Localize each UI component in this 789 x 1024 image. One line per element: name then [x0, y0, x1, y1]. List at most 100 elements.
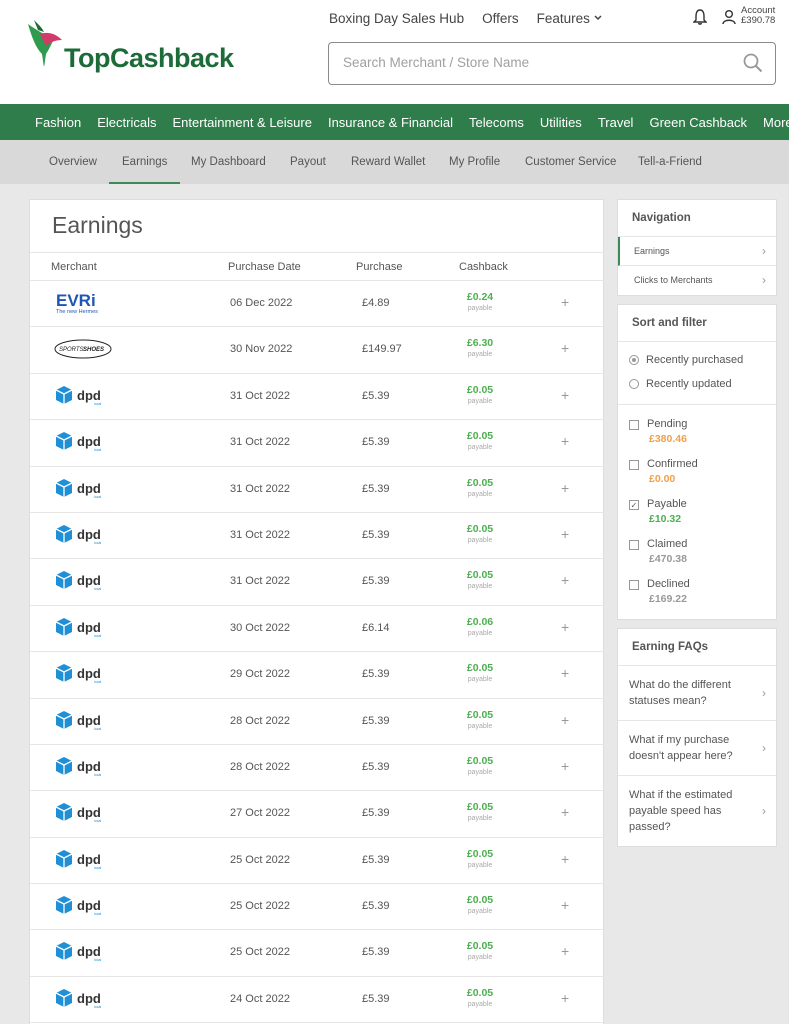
expand-plus-icon[interactable]: +	[561, 572, 569, 588]
merchant-logo[interactable]: dpd local	[54, 940, 114, 966]
expand-plus-icon[interactable]: +	[561, 619, 569, 635]
filter-declined[interactable]: Declined £169.22	[618, 577, 776, 617]
purchase-date: 31 Oct 2022	[230, 389, 290, 402]
subnav-earnings[interactable]: Earnings	[109, 140, 181, 184]
features-link[interactable]: Features	[537, 9, 602, 27]
expand-plus-icon[interactable]: +	[561, 387, 569, 403]
boxing-day-link[interactable]: Boxing Day Sales Hub	[329, 9, 464, 27]
table-row[interactable]: dpd local 30 Oct 2022 £6.14 £0.06 payable +	[30, 606, 605, 653]
offers-link[interactable]: Offers	[482, 9, 519, 27]
sort-recently-updated[interactable]: Recently updated	[618, 372, 776, 396]
table-row[interactable]: dpd local 28 Oct 2022 £5.39 £0.05 payable +	[30, 699, 605, 745]
topcashback-logo[interactable]: TopCashback	[26, 18, 234, 78]
table-row[interactable]: dpd local 31 Oct 2022 £5.39 £0.05 payable +	[30, 467, 605, 513]
nav-link-clicks[interactable]: Clicks to Merchants ›	[618, 266, 776, 295]
faq-item[interactable]: What if my purchase doesn't appear here?…	[618, 721, 776, 776]
nav-telecoms[interactable]: Telecoms	[469, 115, 524, 130]
expand-plus-icon[interactable]: +	[561, 851, 569, 867]
subnav-tell-a-friend[interactable]: Tell-a-Friend	[638, 140, 702, 184]
merchant-logo[interactable]: dpd local	[54, 755, 114, 781]
nav-more[interactable]: More	[763, 115, 789, 130]
table-row[interactable]: dpd local 31 Oct 2022 £5.39 £0.05 payable +	[30, 513, 605, 560]
cashback-amount: £0.05	[466, 754, 494, 767]
merchant-logo[interactable]: dpd local	[54, 801, 114, 827]
filter-pending[interactable]: Pending £380.46	[618, 417, 776, 457]
expand-plus-icon[interactable]: +	[561, 294, 569, 310]
user-icon	[722, 10, 736, 25]
svg-text:dpd: dpd	[77, 713, 101, 728]
nav-insurance[interactable]: Insurance & Financial	[328, 115, 453, 130]
nav-travel[interactable]: Travel	[598, 115, 634, 130]
subnav-profile[interactable]: My Profile	[449, 140, 500, 184]
expand-plus-icon[interactable]: +	[561, 526, 569, 542]
table-row[interactable]: SPORTS SHOES 30 Nov 2022 £149.97 £6.30 payabl…	[30, 327, 605, 374]
nav-fashion[interactable]: Fashion	[35, 115, 81, 130]
nav-entertainment[interactable]: Entertainment & Leisure	[173, 115, 312, 130]
merchant-logo[interactable]: dpd local	[54, 569, 114, 595]
table-row[interactable]: dpd local 25 Oct 2022 £5.39 £0.05 payable +	[30, 838, 605, 885]
search-icon[interactable]	[743, 53, 763, 73]
table-row[interactable]: dpd local 24 Oct 2022 £5.39 £0.05 payable +	[30, 977, 605, 1024]
merchant-logo[interactable]: dpd local	[54, 848, 114, 874]
merchant-logo[interactable]: EVRi The new Hermes	[54, 291, 114, 317]
dpd-logo: dpdlocal	[55, 988, 101, 1009]
merchant-logo[interactable]: SPORTS SHOES	[54, 337, 114, 363]
account-menu[interactable]: Account £390.78	[722, 6, 775, 26]
expand-plus-icon[interactable]: +	[561, 897, 569, 913]
table-row[interactable]: dpd local 27 Oct 2022 £5.39 £0.05 payable +	[30, 791, 605, 838]
merchant-logo[interactable]: dpd local	[54, 987, 114, 1013]
cashback-cell: £0.05 payable	[462, 940, 498, 961]
checkbox-icon[interactable]	[629, 580, 639, 590]
subnav-customer-service[interactable]: Customer Service	[525, 140, 616, 184]
merchant-logo[interactable]: dpd local	[54, 662, 114, 688]
merchant-logo[interactable]: dpd local	[54, 477, 114, 503]
table-row[interactable]: EVRi The new Hermes 06 Dec 2022 £4.89 £0.24 p…	[30, 281, 605, 328]
expand-plus-icon[interactable]: +	[561, 480, 569, 496]
table-row[interactable]: dpd local 25 Oct 2022 £5.39 £0.05 payable +	[30, 884, 605, 931]
cashback-amount: £0.05	[466, 847, 494, 860]
subnav-payout[interactable]: Payout	[290, 140, 326, 184]
subnav-dashboard[interactable]: My Dashboard	[191, 140, 266, 184]
evri-logo: EVRiThe new Hermes	[56, 291, 98, 315]
merchant-logo[interactable]: dpd local	[54, 709, 114, 735]
table-row[interactable]: dpd local 25 Oct 2022 £5.39 £0.05 payable +	[30, 930, 605, 977]
expand-plus-icon[interactable]: +	[561, 712, 569, 728]
filter-payable[interactable]: ✓ Payable £10.32	[618, 497, 776, 537]
table-row[interactable]: dpd local 31 Oct 2022 £5.39 £0.05 payable +	[30, 559, 605, 606]
dpd-logo: dpdlocal	[55, 385, 101, 406]
subnav-overview[interactable]: Overview	[49, 140, 97, 184]
nav-green-cashback[interactable]: Green Cashback	[649, 115, 747, 130]
nav-utilities[interactable]: Utilities	[540, 115, 582, 130]
merchant-logo[interactable]: dpd local	[54, 616, 114, 642]
faq-item[interactable]: What if the estimated payable speed has …	[618, 776, 776, 846]
checkbox-checked-icon[interactable]: ✓	[629, 500, 639, 510]
checkbox-icon[interactable]	[629, 540, 639, 550]
checkbox-icon[interactable]	[629, 420, 639, 430]
nav-electricals[interactable]: Electricals	[97, 115, 156, 130]
table-row[interactable]: dpd local 31 Oct 2022 £5.39 £0.05 payable +	[30, 420, 605, 467]
table-row[interactable]: dpd local 28 Oct 2022 £5.39 £0.05 payable +	[30, 745, 605, 792]
checkbox-icon[interactable]	[629, 460, 639, 470]
merchant-logo[interactable]: dpd local	[54, 523, 114, 549]
filter-confirmed[interactable]: Confirmed £0.00	[618, 457, 776, 497]
svg-text:dpd: dpd	[77, 666, 101, 681]
expand-plus-icon[interactable]: +	[561, 758, 569, 774]
nav-link-earnings[interactable]: Earnings ›	[618, 237, 776, 266]
expand-plus-icon[interactable]: +	[561, 665, 569, 681]
merchant-logo[interactable]: dpd local	[54, 894, 114, 920]
subnav-reward-wallet[interactable]: Reward Wallet	[351, 140, 425, 184]
faq-item[interactable]: What do the different statuses mean? ›	[618, 666, 776, 721]
merchant-logo[interactable]: dpd local	[54, 430, 114, 456]
expand-plus-icon[interactable]: +	[561, 804, 569, 820]
bell-icon[interactable]	[693, 9, 707, 25]
merchant-logo[interactable]: dpd local	[54, 384, 114, 410]
table-row[interactable]: dpd local 31 Oct 2022 £5.39 £0.05 payable +	[30, 374, 605, 421]
search-input[interactable]	[343, 55, 723, 70]
expand-plus-icon[interactable]: +	[561, 943, 569, 959]
filter-claimed[interactable]: Claimed £470.38	[618, 537, 776, 577]
expand-plus-icon[interactable]: +	[561, 433, 569, 449]
expand-plus-icon[interactable]: +	[561, 340, 569, 356]
expand-plus-icon[interactable]: +	[561, 990, 569, 1006]
sort-recently-purchased[interactable]: Recently purchased	[618, 348, 776, 372]
table-row[interactable]: dpd local 29 Oct 2022 £5.39 £0.05 payable +	[30, 652, 605, 699]
